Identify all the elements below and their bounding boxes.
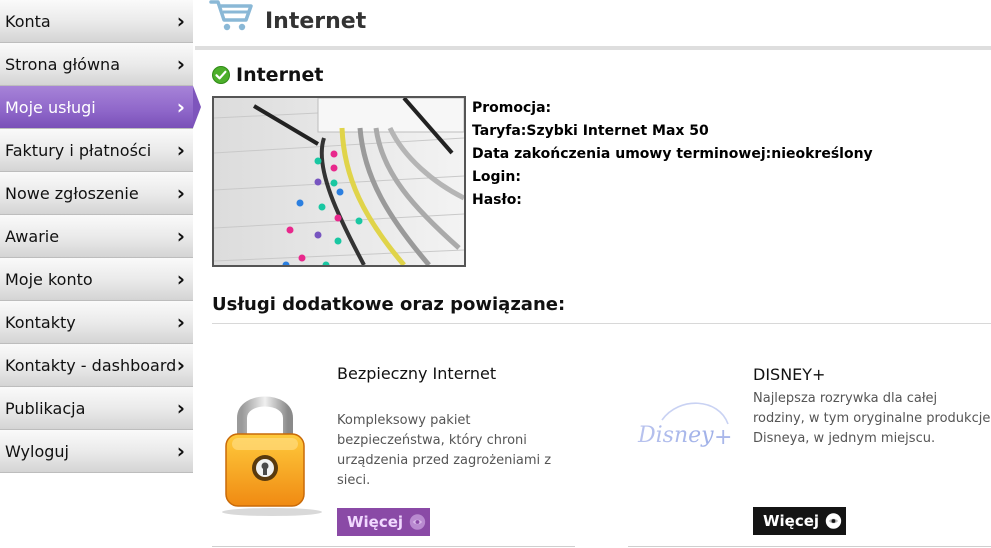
password-row: Hasło: [472,189,873,212]
sidebar-item-kontakty[interactable]: Kontakty › [0,301,193,344]
chevron-right-icon: › [176,95,185,119]
more-button-label: Więcej [347,513,404,531]
divider [212,546,575,547]
tariff-row: Taryfa:Szybki Internet Max 50 [472,120,873,143]
chevron-right-icon: › [176,353,185,377]
chevron-right-icon: › [176,138,185,162]
chevron-right-icon: › [176,396,185,420]
contract-end-row: Data zakończenia umowy terminowej:nieokr… [472,143,873,166]
service-title: Internet [236,64,324,86]
sidebar-item-konta[interactable]: Konta › [0,0,193,43]
sidebar-item-wyloguj[interactable]: Wyloguj › [0,430,193,473]
sidebar-item-kontakty-dashboard[interactable]: Kontakty - dashboard › [0,344,193,387]
page-header: Internet [195,0,991,50]
svg-text:Disney: Disney [637,423,714,448]
password-label: Hasło: [472,192,522,208]
sidebar-item-nowe-zgloszenie[interactable]: Nowe zgłoszenie › [0,172,193,215]
chevron-right-icon: › [176,52,185,76]
sidebar-item-awarie[interactable]: Awarie › [0,215,193,258]
sidebar-item-strona-glowna[interactable]: Strona główna › [0,43,193,86]
sidebar-nav: Konta › Strona główna › Moje usługi › Fa… [0,0,201,473]
sidebar-item-label: Wyloguj [5,441,69,461]
service-details: Promocja: Taryfa:Szybki Internet Max 50 … [472,97,873,212]
sidebar-item-label: Strona główna [5,54,120,74]
router-with-cables-photo [212,96,466,267]
sidebar-item-label: Moje konto [5,269,93,289]
svg-text:+: + [714,425,732,450]
shopping-cart-icon [209,0,253,31]
sidebar-item-label: Kontakty [5,312,76,332]
sidebar-item-label: Publikacja [5,398,86,418]
chevron-right-icon: › [176,439,185,463]
more-button[interactable]: Więcej [337,508,430,536]
additional-services-heading: Usługi dodatkowe oraz powiązane: [212,294,566,315]
sidebar-item-label: Moje usługi [5,97,96,117]
more-button[interactable]: Więcej [753,507,846,535]
card-title-bezpieczny-internet: Bezpieczny Internet [337,364,497,383]
sidebar-item-label: Nowe zgłoszenie [5,183,139,203]
sidebar-item-moje-uslugi[interactable]: Moje usługi › [0,86,201,129]
sidebar-item-label: Faktury i płatności [5,140,152,160]
page-title: Internet [265,9,367,34]
promo-label: Promocja: [472,100,552,116]
disney-plus-logo: Disney + [637,402,732,450]
sidebar-item-label: Awarie [5,226,60,246]
divider [212,323,991,324]
sidebar-item-label: Konta [5,11,51,31]
sidebar-item-label: Kontakty - dashboard [5,355,177,375]
tariff-value: Szybki Internet Max 50 [526,123,709,139]
eye-round-icon [825,513,842,529]
sidebar-item-moje-konto[interactable]: Moje konto › [0,258,193,301]
chevron-right-icon: › [176,310,185,334]
login-label: Login: [472,169,521,185]
tariff-label: Taryfa: [472,123,527,139]
chevron-right-icon: › [176,224,185,248]
more-button-label: Więcej [763,512,820,530]
contract-end-label: Data zakończenia umowy terminowej: [472,146,772,162]
chevron-right-icon: › [176,9,185,33]
chevron-right-icon: › [176,181,185,205]
card-description: Kompleksowy pakiet bezpieczeństwa, który… [337,413,552,488]
divider [628,546,991,547]
contract-end-value: nieokreślony [771,146,873,162]
sidebar-item-faktury[interactable]: Faktury i płatności › [0,129,193,172]
login-row: Login: [472,166,873,189]
eye-round-icon [409,514,426,530]
card-description: Najlepsza rozrywka dla całej rodziny, w … [753,391,991,446]
check-circle-icon [212,66,230,84]
card-title-disney-plus: DISNEY+ [753,365,826,384]
service-heading: Internet [212,64,323,86]
chevron-right-icon: › [176,267,185,291]
padlock-icon [222,396,322,516]
promo-row: Promocja: [472,97,873,120]
sidebar-item-publikacja[interactable]: Publikacja › [0,387,193,430]
